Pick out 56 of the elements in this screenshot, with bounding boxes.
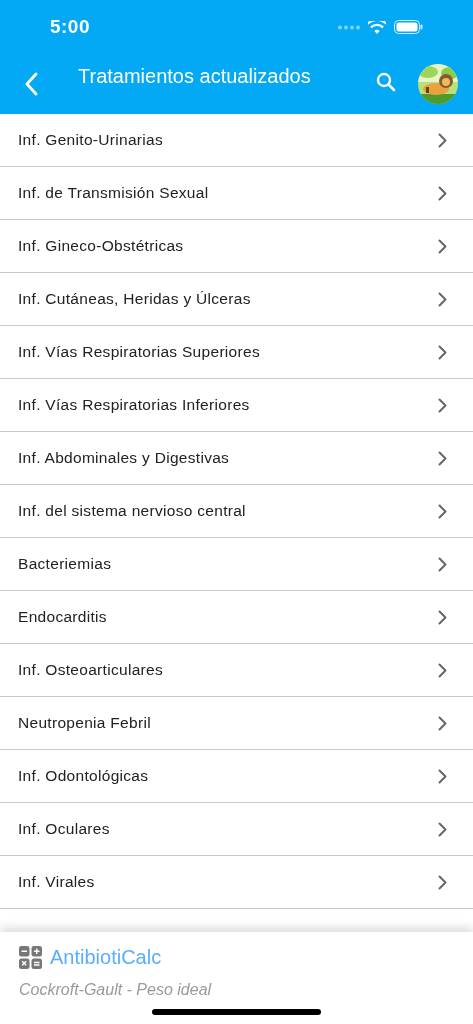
chevron-icon	[438, 874, 447, 890]
cellular-signal-icon	[338, 24, 360, 30]
back-icon	[24, 72, 38, 96]
list-item-label: Bacteriemias	[18, 554, 112, 575]
list-item[interactable]: Inf. Abdominales y Digestivas	[0, 432, 473, 485]
list-item[interactable]: Inf. Vías Respiratorias Superiores	[0, 326, 473, 379]
list-item-label: Inf. del sistema nervioso central	[18, 501, 246, 522]
chevron-icon	[438, 821, 447, 837]
chevron-icon	[438, 556, 447, 572]
calculator-icon	[19, 945, 42, 969]
list-item[interactable]: Neutropenia Febril	[0, 697, 473, 750]
list-item-label: Inf. Vías Respiratorias Inferiores	[18, 395, 250, 416]
list-item[interactable]: Inf. Genito-Urinarias	[0, 114, 473, 167]
chevron-icon	[438, 185, 447, 201]
chevron-icon	[438, 344, 447, 360]
chevron-icon	[438, 609, 447, 625]
list-item-label: Inf. de Transmisión Sexual	[18, 183, 209, 204]
list-item[interactable]: Inf. Cutáneas, Heridas y Úlceras	[0, 273, 473, 326]
list-item-label: Inf. Odontológicas	[18, 766, 149, 787]
list-item-label: Inf. Gineco-Obstétricas	[18, 236, 184, 257]
chevron-icon	[438, 662, 447, 678]
chevron-icon	[438, 715, 447, 731]
list-item-label: Neutropenia Febril	[18, 713, 151, 734]
list-item[interactable]: Inf. de Transmisión Sexual	[0, 167, 473, 220]
list-item[interactable]: Inf. Osteoarticulares	[0, 644, 473, 697]
status-time: 5:00	[50, 14, 90, 39]
screen-title: Tratamientos actualizados	[78, 65, 311, 87]
list-item[interactable]: Endocarditis	[0, 591, 473, 644]
list-item[interactable]: Inf. Vías Respiratorias Inferiores	[0, 379, 473, 432]
list-item-label: Inf. Oculares	[18, 819, 110, 840]
chevron-icon	[438, 132, 447, 148]
list-item[interactable]: Inf. Virales	[0, 856, 473, 909]
list-item-label: Inf. Genito-Urinarias	[18, 130, 163, 151]
list-item[interactable]: Inf. del sistema nervioso central	[0, 485, 473, 538]
chevron-icon	[438, 238, 447, 254]
chevron-icon	[438, 397, 447, 413]
chevron-icon	[438, 503, 447, 519]
battery-icon	[394, 20, 423, 34]
list-item-label: Inf. Abdominales y Digestivas	[18, 448, 230, 469]
list-item[interactable]: Bacteriemias	[0, 538, 473, 591]
chevron-icon	[438, 768, 447, 784]
wifi-icon	[368, 20, 386, 34]
search-icon	[376, 72, 396, 92]
list-item[interactable]: Inf. Odontológicas	[0, 750, 473, 803]
list-item[interactable]: Inf. Oculares	[0, 803, 473, 856]
footer-subtitle: Cockroft-Gault - Peso ideal	[19, 981, 212, 998]
list-item-label: Inf. Vías Respiratorias Superiores	[18, 342, 260, 363]
list-item-label: Endocarditis	[18, 607, 107, 628]
profile-avatar[interactable]	[418, 64, 458, 104]
chevron-icon	[438, 291, 447, 307]
list-item-label: Inf. Osteoarticulares	[18, 660, 163, 681]
list-item-label: Inf. Virales	[18, 872, 95, 893]
list-item[interactable]: Inf. Gineco-Obstétricas	[0, 220, 473, 273]
search-button[interactable]	[376, 72, 396, 92]
list-item-label: Inf. Cutáneas, Heridas y Úlceras	[18, 289, 251, 310]
chevron-icon	[438, 450, 447, 466]
